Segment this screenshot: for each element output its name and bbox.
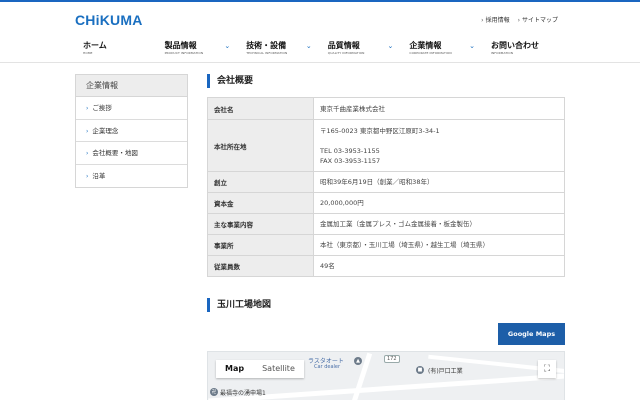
header-divider (0, 62, 640, 63)
table-row: 本社所在地 〒165-0023 東京都中野区江原町3-34-1 TEL 03-3… (207, 119, 565, 172)
table-row: 事業所 本社（東京都）・玉川工場（埼玉県）・越生工場（埼玉県） (207, 234, 565, 256)
top-accent-line (0, 0, 640, 2)
map-type-toggle: Map Satellite (216, 360, 304, 378)
nav-technology[interactable]: 技術・設備 TECHNICAL INFORMATION ⌄ (238, 40, 320, 62)
row-label: 資本金 (207, 192, 314, 214)
map-type-satellite[interactable]: Satellite (253, 360, 304, 378)
row-value: 東京千曲産業株式会社 (313, 97, 565, 120)
row-value: 49名 (313, 255, 565, 277)
chevron-right-icon: › (517, 17, 520, 24)
chevron-right-icon: › (86, 105, 89, 112)
chevron-right-icon: › (481, 17, 484, 24)
chevron-down-icon: ⌄ (469, 42, 475, 50)
factory-pin-icon[interactable]: ■ (416, 366, 424, 374)
utility-links: › 採用情報 › サイトマップ (481, 15, 558, 24)
nav-contact[interactable]: お問い合わせ INFORMATION (483, 40, 565, 62)
embedded-map[interactable]: Map Satellite ラスタオート Car dealer ▲ 172 ■ … (207, 351, 565, 400)
row-value: 〒165-0023 東京都中野区江原町3-34-1 TEL 03-3953-11… (313, 119, 565, 172)
row-label: 主な事業内容 (207, 213, 314, 235)
row-label: 創立 (207, 171, 314, 193)
section-title-overview: 会社概要 (207, 74, 253, 88)
nav-quality[interactable]: 品質情報 QUALITY INFORMATION ⌄ (320, 40, 402, 62)
map-poi-label[interactable]: 最福寺の湧申場1 (220, 388, 266, 397)
row-value: 20,000,000円 (313, 192, 565, 214)
row-value: 昭和39年6月19日（創業／昭和38年） (313, 171, 565, 193)
sidebar-item-greeting[interactable]: › ご挨拶 (76, 97, 187, 120)
sidebar: 企業情報 › ご挨拶 › 企業理念 › 会社概要・地図 › 沿革 (75, 74, 188, 188)
chevron-down-icon: ⌄ (305, 42, 312, 50)
chevron-down-icon: ⌄ (224, 42, 231, 50)
car-dealer-pin-icon[interactable]: ▲ (354, 357, 362, 365)
row-label: 本社所在地 (207, 119, 314, 172)
map-poi-sublabel: Car dealer (314, 364, 341, 370)
table-row: 主な事業内容 金属加工業（金属プレス・ゴム金属接着・板金製缶） (207, 213, 565, 235)
row-label: 従業員数 (207, 255, 314, 277)
global-nav: ホーム HOME 製品情報 PRODUCT INFORMATION ⌄ 技術・設… (75, 40, 565, 62)
chevron-right-icon: › (86, 127, 89, 135)
map-type-map[interactable]: Map (216, 360, 253, 378)
company-info-table: 会社名 東京千曲産業株式会社 本社所在地 〒165-0023 東京都中野区江原町… (207, 97, 565, 277)
section-title-map: 玉川工場地図 (207, 298, 271, 312)
chevron-right-icon: › (86, 150, 89, 157)
sidebar-title: 企業情報 (76, 75, 187, 97)
table-row: 従業員数 49名 (207, 255, 565, 277)
fullscreen-icon[interactable]: ⛶ (538, 360, 556, 378)
sidebar-item-history[interactable]: › 沿革 (76, 164, 187, 187)
table-row: 資本金 20,000,000円 (207, 192, 565, 214)
tel-link[interactable]: TEL 03-3953-1155 (320, 146, 558, 156)
row-label: 会社名 (207, 97, 314, 120)
table-row: 創立 昭和39年6月19日（創業／昭和38年） (207, 171, 565, 193)
table-row: 会社名 東京千曲産業株式会社 (207, 97, 565, 120)
row-value: 本社（東京都）・玉川工場（埼玉県）・越生工場（埼玉県） (313, 234, 565, 256)
nav-products[interactable]: 製品情報 PRODUCT INFORMATION ⌄ (157, 40, 239, 62)
route-badge: 172 (384, 355, 400, 363)
temple-pin-icon[interactable]: 卍 (210, 388, 218, 396)
chevron-down-icon: ⌄ (387, 42, 394, 50)
nav-corporate[interactable]: 企業情報 CORPORATE INFORMATION ⌄ (401, 40, 483, 62)
google-maps-button[interactable]: Google Maps (498, 323, 565, 345)
util-link-recruit[interactable]: › 採用情報 (481, 15, 509, 24)
map-poi-label[interactable]: (有)戸口工業 (428, 366, 463, 375)
row-label: 事業所 (207, 234, 314, 256)
row-value: 金属加工業（金属プレス・ゴム金属接着・板金製缶） (313, 213, 565, 235)
nav-home[interactable]: ホーム HOME (75, 40, 157, 62)
sidebar-item-overview[interactable]: › 会社概要・地図 (76, 142, 187, 165)
util-link-sitemap[interactable]: › サイトマップ (518, 15, 558, 24)
site-logo[interactable]: CHiKUMA (75, 12, 143, 28)
sidebar-item-philosophy[interactable]: › 企業理念 (76, 119, 187, 142)
chevron-right-icon: › (86, 172, 89, 180)
